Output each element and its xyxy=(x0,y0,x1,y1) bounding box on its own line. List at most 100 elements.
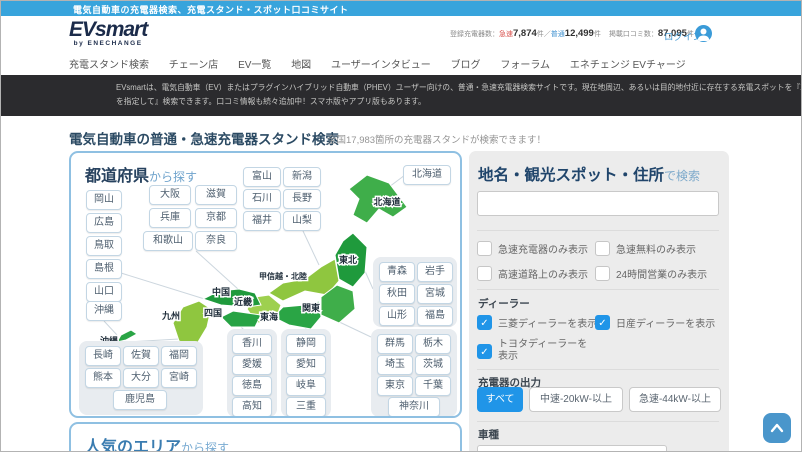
filter-highway-only[interactable]: 高速道路上のみ表示 xyxy=(477,265,588,282)
nav-item-blog[interactable]: ブログ xyxy=(451,60,481,71)
pref-gunma[interactable]: 群馬 xyxy=(377,334,413,354)
output-all-button[interactable]: すべて xyxy=(477,387,523,412)
stats-normal-label: 普通 xyxy=(550,31,565,38)
location-search-input[interactable] xyxy=(477,191,719,216)
filter-label[interactable]: 急速無料のみ表示 xyxy=(616,241,696,256)
pref-kanagawa[interactable]: 神奈川 xyxy=(388,397,440,416)
map-region-kanto[interactable] xyxy=(320,284,356,324)
pref-tokushima[interactable]: 徳島 xyxy=(232,376,272,396)
dealer-nissan[interactable]: ✓ 日産ディーラーを表示 xyxy=(595,314,715,331)
dealer-label[interactable]: 日産ディーラーを表示 xyxy=(616,315,715,330)
pref-shizuoka[interactable]: 静岡 xyxy=(286,334,326,354)
pref-gifu[interactable]: 岐阜 xyxy=(286,376,326,396)
output-rapid-44kw-button[interactable]: 急速-44kW-以上 xyxy=(629,387,721,412)
map-label-kyushu: 九州 xyxy=(161,310,180,321)
pref-nara[interactable]: 奈良 xyxy=(195,231,237,251)
site-logo[interactable]: EVsmart by ENECHANGE xyxy=(69,19,148,47)
pref-nagasaki[interactable]: 長崎 xyxy=(85,346,121,366)
filter-label[interactable]: 急速充電器のみ表示 xyxy=(498,241,588,256)
nav-item-forum[interactable]: フォーラム xyxy=(500,60,550,71)
pref-miyazaki[interactable]: 宮崎 xyxy=(161,368,197,388)
pref-okinawa[interactable]: 沖縄 xyxy=(86,301,122,321)
scroll-to-top-button[interactable] xyxy=(763,413,791,443)
checkbox-unchecked[interactable] xyxy=(595,241,610,257)
output-mid-20kw-button[interactable]: 中速-20kW-以上 xyxy=(529,387,623,412)
filter-rapid-only[interactable]: 急速充電器のみ表示 xyxy=(477,240,588,257)
pref-akita[interactable]: 秋田 xyxy=(379,284,415,304)
intro-banner: EVsmartは、電気自動車（EV）またはプラグインハイブリッド自動車（PHEV… xyxy=(1,75,801,116)
pref-tottori[interactable]: 鳥取 xyxy=(86,236,122,256)
checkbox-checked[interactable]: ✓ xyxy=(477,343,492,359)
map-region-shikoku[interactable] xyxy=(220,310,262,328)
map-region-koshinetsu-hokuriku[interactable] xyxy=(268,258,340,302)
pref-fukuoka[interactable]: 福岡 xyxy=(161,346,197,366)
checkbox-unchecked[interactable] xyxy=(477,266,492,282)
pref-shiga[interactable]: 滋賀 xyxy=(195,185,237,205)
nav-item-user-interview[interactable]: ユーザーインタビュー xyxy=(331,60,431,71)
pref-chiba[interactable]: 千葉 xyxy=(415,376,451,396)
pref-hokkaido[interactable]: 北海道 xyxy=(403,165,451,185)
map-label-kanto: 関東 xyxy=(302,302,320,313)
filter-24h-only[interactable]: 24時間営業のみ表示 xyxy=(595,265,707,282)
pref-kumamoto[interactable]: 熊本 xyxy=(85,368,121,388)
checkbox-checked[interactable]: ✓ xyxy=(595,315,610,331)
pref-kyoto[interactable]: 京都 xyxy=(195,208,237,228)
pref-hiroshima[interactable]: 広島 xyxy=(86,213,122,233)
pref-yamaguchi[interactable]: 山口 xyxy=(86,282,122,302)
dealer-label[interactable]: 三菱ディーラーを表示 xyxy=(498,315,597,330)
pref-yamanashi[interactable]: 山梨 xyxy=(283,211,321,231)
pref-kochi[interactable]: 高知 xyxy=(232,397,272,416)
car-section-label: 車種 xyxy=(478,429,499,441)
pref-tochigi[interactable]: 栃木 xyxy=(415,334,451,354)
pref-oita[interactable]: 大分 xyxy=(123,368,159,388)
map-region-chugoku[interactable] xyxy=(201,288,262,308)
pref-niigata[interactable]: 新潟 xyxy=(283,167,321,187)
nav-item-ev-list[interactable]: EV一覧 xyxy=(238,60,271,71)
pref-mie[interactable]: 三重 xyxy=(286,397,326,416)
map-region-kinki[interactable] xyxy=(246,294,282,324)
pref-toyama[interactable]: 富山 xyxy=(243,167,281,187)
checkbox-checked[interactable]: ✓ xyxy=(477,315,492,331)
pref-aichi[interactable]: 愛知 xyxy=(286,355,326,375)
pref-ibaraki[interactable]: 茨城 xyxy=(415,355,451,375)
pref-ishikawa[interactable]: 石川 xyxy=(243,189,281,209)
user-avatar-icon[interactable] xyxy=(695,25,712,42)
map-region-hokkaido[interactable] xyxy=(348,174,408,224)
map-label-shikoku: 四国 xyxy=(204,308,222,318)
checkbox-unchecked[interactable] xyxy=(595,266,610,282)
checkbox-unchecked[interactable] xyxy=(477,241,492,257)
pref-ehime[interactable]: 愛媛 xyxy=(232,355,272,375)
pref-shimane[interactable]: 島根 xyxy=(86,259,122,279)
map-region-tohoku[interactable] xyxy=(334,232,368,288)
pref-hyogo[interactable]: 兵庫 xyxy=(149,208,191,228)
pref-wakayama[interactable]: 和歌山 xyxy=(143,231,193,251)
pref-miyagi[interactable]: 宮城 xyxy=(417,284,453,304)
map-region-tokai[interactable] xyxy=(272,300,322,330)
pref-yamagata[interactable]: 山形 xyxy=(379,306,415,326)
filter-label[interactable]: 24時間営業のみ表示 xyxy=(616,266,707,281)
car-model-select[interactable] xyxy=(477,445,667,451)
pref-nagano[interactable]: 長野 xyxy=(283,189,321,209)
pref-kagoshima[interactable]: 鹿児島 xyxy=(113,390,167,410)
pref-fukui[interactable]: 福井 xyxy=(243,211,281,231)
nav-item-station-search[interactable]: 充電スタンド検索 xyxy=(69,60,149,71)
dealer-label[interactable]: トヨタディーラーを表示 xyxy=(498,339,596,363)
pref-fukushima[interactable]: 福島 xyxy=(417,306,453,326)
nav-item-enechange-ev-charge[interactable]: エネチェンジ EVチャージ xyxy=(570,60,686,71)
map-label-hokkaido: 北海道 xyxy=(373,196,400,207)
nav-item-chain-stores[interactable]: チェーン店 xyxy=(169,60,219,71)
dealer-mitsubishi[interactable]: ✓ 三菱ディーラーを表示 xyxy=(477,314,597,331)
filter-free-rapid-only[interactable]: 急速無料のみ表示 xyxy=(595,240,696,257)
pref-kagawa[interactable]: 香川 xyxy=(232,334,272,354)
pref-aomori[interactable]: 青森 xyxy=(379,262,415,282)
pref-iwate[interactable]: 岩手 xyxy=(417,262,453,282)
prefecture-heading-strong: 都道府県 xyxy=(85,168,150,185)
pref-okayama[interactable]: 岡山 xyxy=(86,190,122,210)
dealer-toyota[interactable]: ✓ トヨタディーラーを表示 xyxy=(477,339,596,365)
pref-osaka[interactable]: 大阪 xyxy=(149,185,191,205)
nav-item-map[interactable]: 地図 xyxy=(291,60,311,71)
filter-label[interactable]: 高速道路上のみ表示 xyxy=(498,266,588,281)
pref-saitama[interactable]: 埼玉 xyxy=(377,355,413,375)
pref-tokyo[interactable]: 東京 xyxy=(377,376,413,396)
pref-saga[interactable]: 佐賀 xyxy=(123,346,159,366)
